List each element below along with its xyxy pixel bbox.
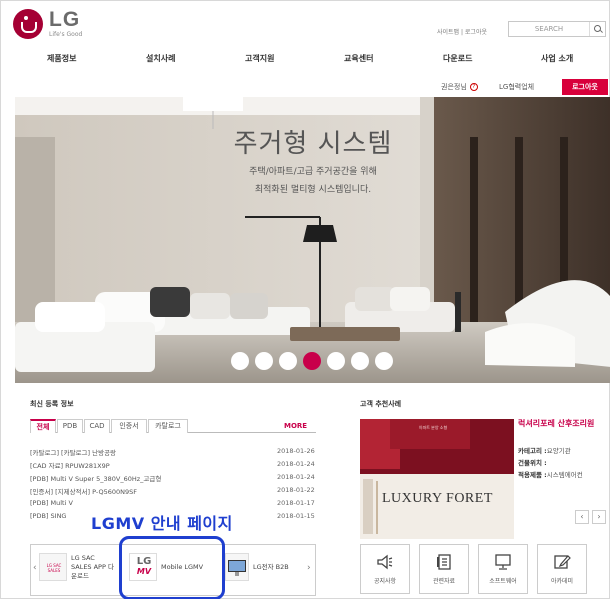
more-link[interactable]: MORE — [284, 422, 307, 430]
util-links[interactable]: 사이트맵 | 로그아웃 — [437, 27, 487, 36]
logo-word: LG — [49, 8, 81, 31]
case-products: 적용제품 :시스템에어컨 — [518, 469, 610, 479]
list-item-title: [PDB] Multi V — [30, 499, 73, 507]
search-input[interactable] — [509, 22, 589, 36]
banner-next-icon[interactable]: › — [307, 563, 311, 573]
lg-face-icon — [13, 9, 43, 39]
member-grade[interactable]: 권은정님? — [441, 82, 478, 92]
slide-dot-4[interactable] — [303, 352, 321, 370]
banner-sac-sales-app[interactable]: LG SAC SALES LG SAC SALES APP 다운로드 — [39, 553, 115, 581]
list-item-date: 2018-01-24 — [277, 460, 315, 468]
case-image-sign: 아파트 분양 소형 — [418, 425, 448, 430]
hero-title: 주거형 시스템 — [233, 129, 393, 159]
list-item-date: 2018-01-26 — [277, 447, 315, 455]
tab-cad[interactable]: CAD — [84, 419, 110, 433]
slide-dot-5[interactable] — [327, 352, 345, 370]
banner-lg-b2b[interactable]: LG전자 B2B — [225, 553, 289, 581]
megaphone-icon — [377, 554, 393, 569]
case-photo — [360, 419, 514, 539]
member-grade-label: 권은정님 — [441, 83, 467, 91]
nav-support[interactable]: 고객지원 — [245, 53, 274, 64]
case-location-label: 건물위치 : — [518, 459, 547, 467]
tab-catalog[interactable]: 카탈로그 — [148, 419, 188, 433]
case-next-button[interactable]: › — [592, 510, 606, 524]
list-item[interactable]: [카탈로그] [카탈로그] 난방공랑 2018-01-26 — [30, 447, 316, 459]
nav-education[interactable]: 교육센터 — [344, 53, 373, 64]
nav-business[interactable]: 사업 소개 — [541, 53, 573, 64]
case-category-label: 카테고리 : — [518, 447, 547, 455]
case-prev-button[interactable]: ‹ — [575, 510, 589, 524]
case-category-value: 요양기관 — [546, 447, 571, 455]
quick-docs-button[interactable]: 관련자료 — [419, 544, 469, 594]
hero-subtitle-line-1: 주택/아파트/고급 주거공간을 위해 — [249, 167, 377, 177]
slide-dot-6[interactable] — [351, 352, 369, 370]
banner-label: LG SAC SALES APP 다운로드 — [71, 553, 114, 580]
quick-link-label: 아카데미 — [550, 577, 574, 585]
lgmv-guide-label: LGMV 안내 페이지 — [91, 514, 233, 533]
lg-logo[interactable]: LG Life's Good — [13, 9, 82, 39]
document-icon — [437, 553, 451, 570]
slide-dot-7[interactable] — [375, 352, 393, 370]
tab-pdb[interactable]: PDB — [57, 419, 83, 433]
main-nav: 제품정보 설치사례 고객지원 교육센터 다운로드 사업 소개 — [1, 53, 610, 67]
search-box — [508, 21, 606, 37]
lgmv-highlight-box — [119, 536, 225, 599]
slide-indicators — [231, 352, 399, 370]
nav-install-cases[interactable]: 설치사례 — [146, 53, 175, 64]
list-item-title: [PDB] Multi V Super 5_380V_60Hz_고급형 — [30, 475, 162, 483]
case-name[interactable]: 럭셔리포레 산후조리원 — [518, 419, 608, 429]
quick-notice-button[interactable]: 공지사항 — [360, 544, 410, 594]
hero-subtitle-line-2: 최적화된 멀티형 시스템입니다. — [254, 185, 372, 195]
case-location: 건물위치 : — [518, 457, 610, 467]
help-icon[interactable]: ? — [469, 83, 478, 91]
sac-sales-thumb-text: LG SAC SALES — [46, 563, 62, 573]
case-title: 고객 추천사례 — [360, 400, 402, 408]
banner-label: LG전자 B2B — [253, 562, 289, 571]
notice-tabs: 전체 PDB CAD 인증서 카탈로그 — [30, 419, 316, 433]
logout-button[interactable]: 로그아웃 — [562, 79, 608, 95]
list-item-date: 2018-01-17 — [277, 499, 315, 507]
case-products-label: 적용제품 : — [518, 471, 547, 479]
member-bar: 권은정님? LG협력업체 로그아웃 — [1, 79, 610, 95]
list-item[interactable]: [PDB] Multi V Super 5_380V_60Hz_고급형 2018-… — [30, 473, 316, 485]
slide-dot-1[interactable] — [231, 352, 249, 370]
tab-all[interactable]: 전체 — [30, 419, 56, 433]
page-frame: LG Life's Good 사이트맵 | 로그아웃 제품정보 설치사례 고객지… — [0, 0, 610, 599]
quick-link-label: 소프트웨어 — [489, 577, 517, 585]
edit-icon — [554, 554, 571, 569]
hero-subtitle: 주택/아파트/고급 주거공간을 위해 최적화된 멀티형 시스템입니다. — [15, 163, 610, 199]
sac-sales-thumb: LG SAC SALES — [39, 553, 67, 581]
list-item-date: 2018-01-22 — [277, 486, 315, 494]
list-item-title: [카탈로그] [카탈로그] 난방공랑 — [30, 449, 117, 457]
nav-download[interactable]: 다운로드 — [443, 53, 472, 64]
monitor-thumb-icon — [225, 553, 249, 581]
slide-dot-3[interactable] — [279, 352, 297, 370]
hero-banner[interactable]: 주거형 시스템 주택/아파트/고급 주거공간을 위해 최적화된 멀티형 시스템입… — [15, 97, 610, 383]
search-icon[interactable] — [589, 22, 605, 36]
quick-academy-button[interactable]: 아카데미 — [537, 544, 587, 594]
logo-tagline: Life's Good — [49, 31, 83, 38]
list-item[interactable]: [인증서] [지제상적서] P-Q5600N9SF 2018-01-22 — [30, 486, 316, 498]
case-image[interactable]: 아파트 분양 소형 LUXURY FORET — [360, 419, 514, 539]
list-item-title: [인증서] [지제상적서] P-Q5600N9SF — [30, 488, 137, 496]
latest-info-title: 최신 등록 정보 — [30, 400, 74, 408]
case-image-brand: LUXURY FORET — [382, 491, 493, 506]
quick-link-label: 관련자료 — [432, 577, 456, 585]
tab-certificate[interactable]: 인증서 — [111, 419, 147, 433]
quick-link-label: 공지사항 — [373, 577, 397, 585]
list-item[interactable]: [CAD 자료] RPUW281X9P 2018-01-24 — [30, 460, 316, 472]
case-products-value: 시스템에어컨 — [546, 471, 583, 479]
list-item-date: 2018-01-15 — [277, 512, 315, 520]
list-item-date: 2018-01-24 — [277, 473, 315, 481]
partner-link[interactable]: LG협력업체 — [499, 82, 534, 92]
list-item-title: [CAD 자료] RPUW281X9P — [30, 462, 110, 470]
nav-products[interactable]: 제품정보 — [47, 53, 76, 64]
quick-software-button[interactable]: 소프트웨어 — [478, 544, 528, 594]
slide-dot-2[interactable] — [255, 352, 273, 370]
monitor-icon — [495, 553, 511, 570]
banner-prev-icon[interactable]: ‹ — [33, 563, 37, 573]
case-category: 카테고리 :요양기관 — [518, 445, 610, 455]
